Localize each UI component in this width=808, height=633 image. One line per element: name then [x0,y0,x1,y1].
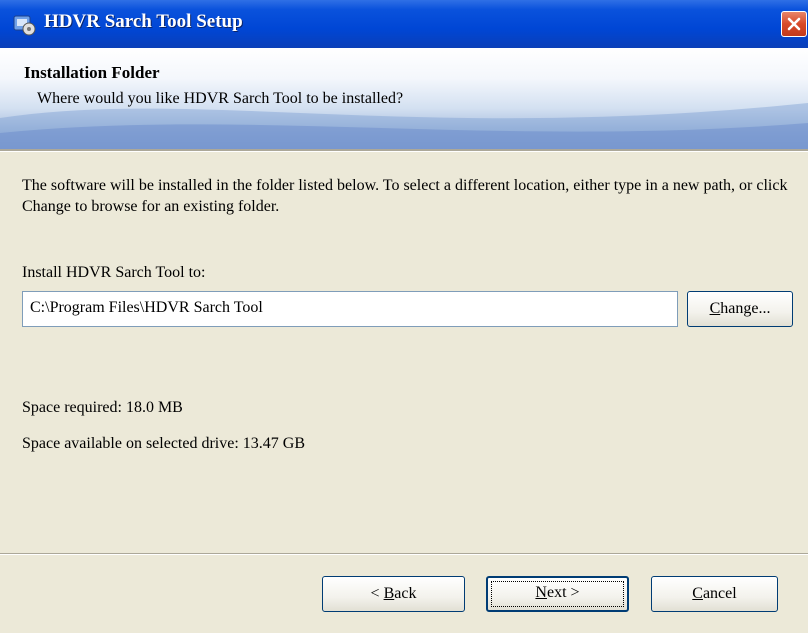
back-prefix: < [370,585,384,602]
install-location-label: Install HDVR Sarch Tool to: [22,264,206,281]
page-subtitle: Where would you like HDVR Sarch Tool to … [37,90,404,107]
back-label: ack [394,585,417,602]
header-divider [0,149,808,152]
cancel-mnemonic: C [692,585,703,602]
next-button[interactable]: Next > [486,576,629,612]
window-title: HDVR Sarch Tool Setup [44,11,243,32]
change-mnemonic: C [709,300,721,317]
installer-icon [12,12,36,36]
footer-divider [0,553,808,555]
title-bar: HDVR Sarch Tool Setup [0,0,808,48]
back-button[interactable]: < Back [322,576,465,612]
close-button[interactable] [781,11,807,37]
install-path-input[interactable] [22,291,678,327]
close-icon [787,17,801,31]
focus-rectangle [491,581,624,607]
space-required-text: Space required: 18.0 MB [22,399,183,416]
page-title: Installation Folder [24,63,160,82]
space-available-text: Space available on selected drive: 13.47… [22,435,306,452]
description-text: The software will be installed in the fo… [22,177,788,215]
back-mnemonic: B [383,585,395,602]
cancel-label: ancel [702,585,737,602]
header-banner: Installation Folder Where would you like… [0,48,808,149]
cancel-button[interactable]: Cancel [651,576,778,612]
change-button[interactable]: Change... [687,291,793,327]
change-label: hange... [720,300,771,317]
